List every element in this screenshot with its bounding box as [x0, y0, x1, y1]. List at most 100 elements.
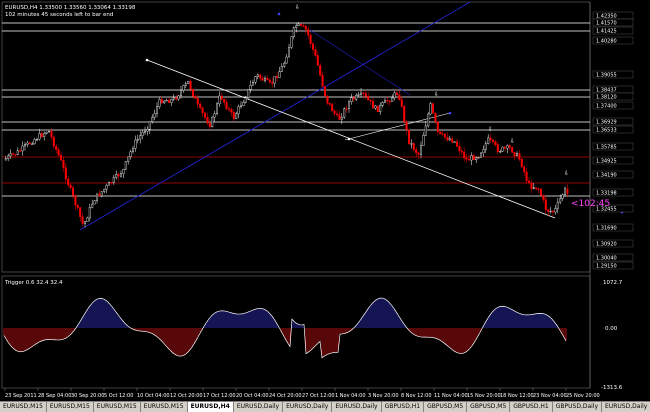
candle-body	[566, 188, 569, 194]
candle-body	[259, 74, 262, 79]
price-label: 1.38437	[596, 88, 617, 94]
candle-body	[345, 108, 348, 110]
candle-body	[470, 155, 473, 161]
candle-body	[355, 95, 358, 100]
candle-body	[307, 29, 310, 36]
candle-body	[532, 187, 535, 189]
candle-body	[285, 56, 288, 64]
candle-body	[146, 129, 149, 132]
chart-window[interactable]: ⇩ ⇩ ⇩ ⇩ ⇩ 1.42350 1.41570 1.41425 1.40280 1.3905…	[0, 0, 650, 401]
candle-body	[237, 106, 240, 114]
candle-body	[391, 97, 394, 102]
candle-body	[254, 76, 257, 83]
candle-body	[408, 129, 411, 144]
candle-body	[155, 106, 158, 114]
candle-body	[492, 139, 495, 142]
candle-body	[417, 152, 420, 155]
price-label: 1.41425	[596, 29, 617, 35]
candle-body	[561, 194, 564, 199]
candle-body	[283, 62, 286, 67]
candle-body	[215, 103, 218, 114]
candle-body	[280, 66, 283, 72]
candle-body	[67, 178, 70, 186]
candle-body	[328, 103, 331, 105]
price-label: 1.31690	[596, 226, 617, 232]
candle-body	[249, 85, 252, 90]
trendline-anchor	[277, 12, 281, 16]
candle-body	[501, 146, 504, 152]
candle-body	[278, 71, 281, 79]
time-label: 15 Nov 20:00	[467, 393, 501, 399]
candle-body	[95, 193, 98, 201]
candle-body	[201, 107, 204, 114]
candle-body	[276, 76, 279, 79]
price-label: 1.30920	[596, 242, 617, 248]
candle-body	[52, 136, 55, 147]
candle-body	[559, 198, 562, 203]
candle-body	[362, 92, 365, 94]
candle-body	[496, 144, 499, 153]
candle-body	[295, 25, 298, 28]
chart-canvas[interactable]: ⇩ ⇩ ⇩ ⇩ ⇩ 1.423501.41570 1.41425 1.40280 1.3905…	[0, 0, 650, 401]
trendline-anchor	[448, 111, 452, 115]
candle-body	[184, 83, 187, 86]
candle-body	[309, 34, 312, 44]
candle-body	[410, 143, 413, 145]
price-label: 1.35785	[596, 145, 617, 151]
candle-body	[379, 104, 382, 113]
indicator-title: Trigger 0.6 32.4 32.4	[4, 280, 63, 286]
candle-body	[251, 82, 254, 86]
candle-body	[537, 188, 540, 190]
candle-body	[71, 187, 74, 196]
candle-body	[115, 174, 118, 178]
candle-body	[129, 151, 132, 158]
candle-body	[513, 152, 516, 157]
candle-body	[506, 145, 509, 149]
candle-body	[24, 144, 27, 147]
candle-body	[107, 182, 110, 186]
price-label: 1.36533	[596, 128, 617, 134]
indicator-zero-label: 0.00	[605, 326, 618, 332]
candle-body	[290, 36, 293, 48]
candle-body	[141, 132, 144, 136]
candle-body	[28, 142, 31, 145]
candle-body	[48, 131, 51, 133]
candle-body	[127, 156, 130, 162]
candle-body	[564, 188, 567, 195]
candle-body	[220, 95, 223, 100]
candle-body	[415, 149, 418, 154]
candle-body	[57, 149, 60, 156]
candle-body	[326, 95, 329, 104]
price-label: 1.34190	[596, 173, 617, 179]
candle-body	[451, 138, 454, 143]
candle-body	[208, 122, 211, 128]
fractal-arrow-icon: ⇩	[295, 4, 300, 11]
candle-body	[187, 81, 190, 84]
candle-body	[441, 133, 444, 135]
candle-body	[122, 168, 125, 174]
time-label: 1 Nov 04:00	[335, 393, 366, 399]
time-label: 12 Oct 20:00	[170, 393, 203, 399]
candle-body	[336, 113, 339, 115]
time-label: 25 Nov 20:00	[566, 393, 600, 399]
candle-body	[38, 133, 41, 140]
candle-body	[199, 104, 202, 108]
time-label: 23 Sep 2011	[5, 393, 37, 399]
candle-body	[374, 105, 377, 109]
candle-body	[398, 94, 401, 100]
price-label: 1.41570	[596, 21, 617, 27]
candle-body	[446, 137, 449, 141]
candle-body	[266, 77, 269, 81]
time-label: 27 Oct 12:00	[302, 393, 335, 399]
candle-body	[319, 65, 322, 76]
candle-body	[227, 108, 230, 110]
candle-body	[60, 155, 63, 161]
candle-body	[540, 188, 543, 196]
candle-body	[477, 157, 480, 159]
candle-body	[160, 99, 163, 104]
candle-body	[304, 26, 307, 30]
candle-body	[348, 101, 351, 109]
candle-body	[424, 125, 427, 136]
bar-time-status: 102 minutes 45 seconds left to bar end	[5, 12, 113, 18]
candle-body	[489, 137, 492, 141]
